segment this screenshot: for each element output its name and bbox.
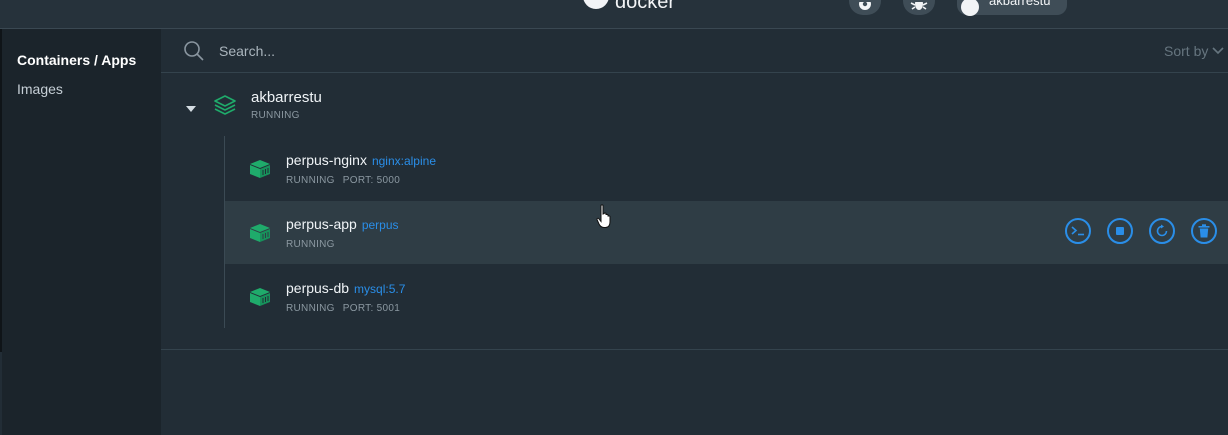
container-name-text: perpus-nginx bbox=[286, 152, 367, 168]
app-status: RUNNING bbox=[251, 110, 300, 121]
container-status: RUNNING bbox=[286, 175, 335, 186]
container-image-link[interactable]: nginx:alpine bbox=[372, 154, 436, 168]
container-name: perpus-nginx nginx:alpine bbox=[286, 152, 436, 168]
app-row[interactable]: akbarrestu RUNNING bbox=[161, 73, 1228, 136]
docker-brand: docker bbox=[583, 0, 675, 14]
container-name: perpus-app perpus bbox=[286, 216, 399, 232]
container-name-text: perpus-db bbox=[286, 280, 350, 296]
app-name: akbarrestu bbox=[251, 89, 322, 106]
cli-button[interactable] bbox=[1065, 218, 1091, 244]
container-row-perpus-nginx[interactable]: perpus-nginx nginx:alpine RUNNING PORT: 50… bbox=[225, 137, 1228, 200]
search-input[interactable] bbox=[219, 39, 919, 63]
sidebar: Containers / Apps Images bbox=[2, 29, 161, 435]
main-panel: Sort by akbarrestu RUNNING perpus-nginx n… bbox=[161, 29, 1228, 435]
container-icon bbox=[250, 224, 270, 242]
container-row-perpus-db[interactable]: perpus-db mysql:5.7 RUNNING PORT: 5001 bbox=[225, 265, 1228, 328]
container-port: PORT: 5001 bbox=[342, 303, 401, 314]
trash-icon bbox=[1198, 224, 1210, 238]
sort-by-dropdown[interactable]: Sort by bbox=[1164, 43, 1224, 59]
search-icon bbox=[184, 41, 204, 61]
container-port: PORT: 5000 bbox=[342, 175, 401, 186]
container-icon bbox=[250, 288, 270, 306]
container-image-link[interactable]: perpus bbox=[362, 218, 399, 232]
restart-button[interactable] bbox=[1149, 218, 1175, 244]
docker-whale-icon bbox=[583, 0, 609, 9]
container-name: perpus-db mysql:5.7 bbox=[286, 280, 405, 296]
row-actions bbox=[1065, 218, 1217, 244]
sidebar-item-images[interactable]: Images bbox=[17, 81, 63, 97]
container-meta: RUNNING PORT: 5001 bbox=[286, 303, 400, 314]
sidebar-item-containers-apps[interactable]: Containers / Apps bbox=[17, 52, 136, 68]
container-image-link[interactable]: mysql:5.7 bbox=[354, 282, 405, 296]
cli-icon bbox=[1071, 226, 1084, 236]
restart-icon bbox=[1156, 224, 1168, 237]
bug-icon bbox=[910, 2, 928, 10]
avatar-icon bbox=[961, 0, 979, 16]
compose-stack-icon bbox=[214, 95, 236, 115]
sort-by-label: Sort by bbox=[1164, 43, 1209, 59]
container-icon bbox=[250, 160, 270, 178]
delete-button[interactable] bbox=[1191, 218, 1217, 244]
hand-cursor-icon bbox=[596, 204, 611, 228]
gear-icon bbox=[859, 2, 871, 10]
container-meta: RUNNING bbox=[286, 239, 335, 250]
search-bar: Sort by bbox=[161, 29, 1228, 73]
user-menu[interactable]: akbarrestu bbox=[957, 0, 1067, 16]
container-name-text: perpus-app bbox=[286, 216, 357, 232]
top-bar: docker akbarrestu bbox=[0, 0, 1228, 29]
list-divider bbox=[161, 349, 1228, 350]
stop-icon bbox=[1116, 227, 1124, 235]
container-status: RUNNING bbox=[286, 303, 335, 314]
container-meta: RUNNING PORT: 5000 bbox=[286, 175, 400, 186]
stop-button[interactable] bbox=[1107, 218, 1133, 244]
troubleshoot-button[interactable] bbox=[903, 0, 935, 15]
container-status: RUNNING bbox=[286, 239, 335, 250]
container-row-perpus-app[interactable]: perpus-app perpus RUNNING bbox=[225, 201, 1228, 264]
brand-text: docker bbox=[615, 0, 676, 13]
collapse-caret-icon[interactable] bbox=[186, 106, 196, 112]
settings-button[interactable] bbox=[849, 0, 881, 15]
chevron-down-icon bbox=[1212, 47, 1224, 55]
username: akbarrestu bbox=[989, 0, 1051, 8]
